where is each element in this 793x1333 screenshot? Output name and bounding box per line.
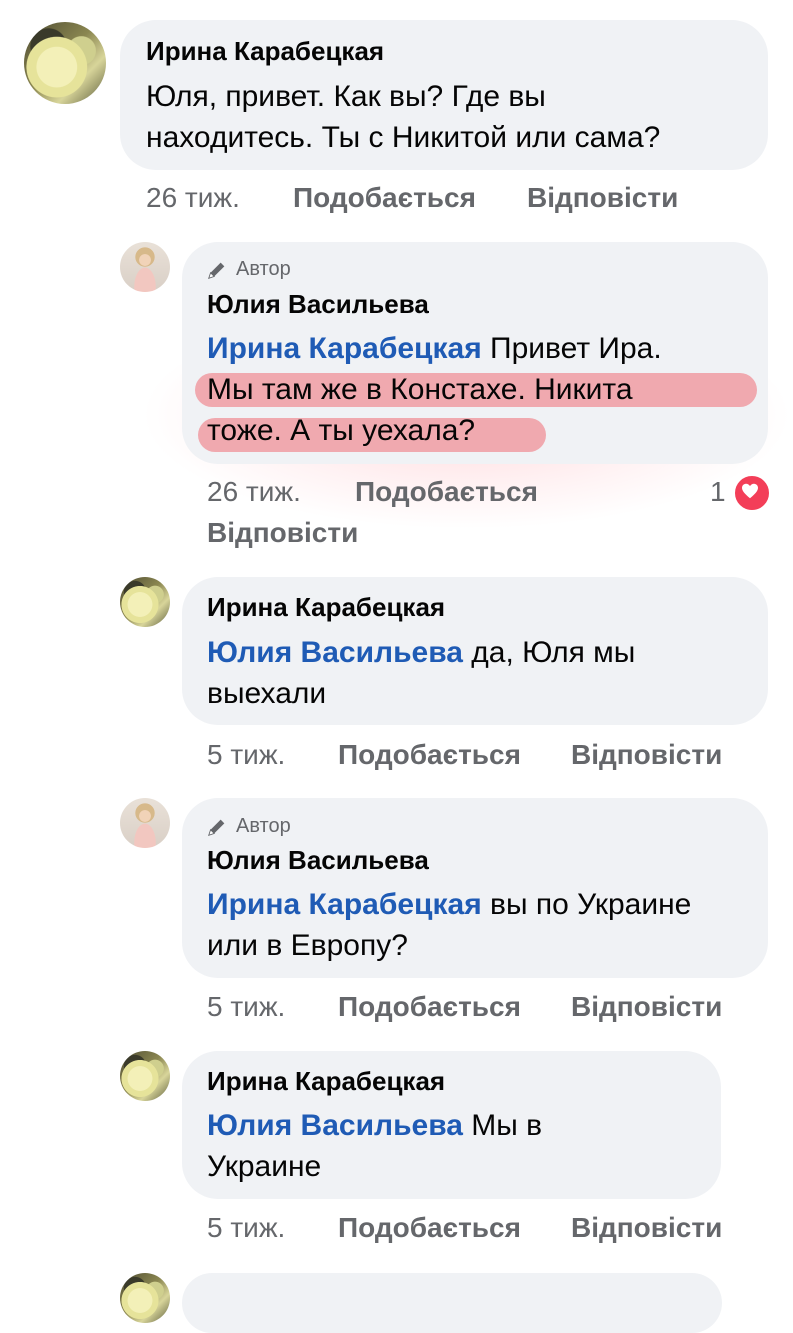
- mention-link[interactable]: Ирина Карабецкая: [207, 888, 482, 921]
- like-button[interactable]: Подобається: [293, 182, 476, 214]
- comment-text-line: выехали: [207, 677, 327, 710]
- author-badge: Автор: [206, 815, 291, 838]
- comment-text: Привет Ира.: [481, 332, 662, 365]
- comment-text-line: или в Европу?: [207, 929, 408, 962]
- comment-text-line: Юлия Васильева Мы в: [207, 1105, 542, 1146]
- comment-text-line: тоже. А ты уехала?: [207, 414, 476, 447]
- reply-button[interactable]: Відповісти: [571, 739, 722, 771]
- comment-time[interactable]: 26 тиж.: [146, 182, 240, 214]
- comment-time[interactable]: 5 тиж.: [207, 739, 285, 771]
- comment-time[interactable]: 5 тиж.: [207, 1212, 285, 1244]
- author-badge: Автор: [206, 258, 291, 281]
- reply-button[interactable]: Відповісти: [571, 1212, 722, 1244]
- comment-text-line: Юлия Васильева да, Юля мы: [207, 632, 635, 673]
- commenter-name[interactable]: Ирина Карабецкая: [207, 1066, 445, 1097]
- reply-button[interactable]: Відповісти: [207, 517, 358, 549]
- mention-link[interactable]: Юлия Васильева: [207, 636, 463, 669]
- comment-text-line: Ирина Карабецкая Привет Ира.: [207, 328, 662, 369]
- mention-link[interactable]: Юлия Васильева: [207, 1109, 463, 1142]
- avatar[interactable]: [120, 1051, 170, 1101]
- comment-text: Мы в: [462, 1109, 543, 1142]
- comment-text: вы по Украине: [481, 888, 692, 921]
- author-label: Автор: [236, 815, 291, 837]
- reply-button[interactable]: Відповісти: [527, 182, 678, 214]
- pencil-icon: [208, 262, 225, 279]
- avatar[interactable]: [120, 798, 170, 848]
- commenter-name[interactable]: Ирина Карабецкая: [207, 592, 445, 623]
- comment-time[interactable]: 26 тиж.: [207, 476, 301, 508]
- reply-button[interactable]: Відповісти: [571, 991, 722, 1023]
- commenter-name[interactable]: Юлия Васильева: [207, 289, 429, 320]
- like-button[interactable]: Подобається: [338, 991, 521, 1023]
- comment-text-line: Юля, привет. Как вы? Где вы: [146, 80, 546, 113]
- comment-time[interactable]: 5 тиж.: [207, 991, 285, 1023]
- heart-icon[interactable]: [733, 474, 771, 512]
- comment-text: да, Юля мы: [462, 636, 636, 669]
- mention-link[interactable]: Ирина Карабецкая: [207, 332, 482, 365]
- reaction-count[interactable]: 1: [710, 476, 726, 508]
- comment-text-line: Украине: [207, 1150, 322, 1183]
- comment-text-line: Мы там же в Констахе. Никита: [207, 373, 633, 406]
- commenter-name[interactable]: Юлия Васильева: [207, 845, 429, 876]
- avatar[interactable]: [120, 242, 170, 292]
- like-button[interactable]: Подобається: [355, 476, 538, 508]
- comment-text-line: находитесь. Ты с Никитой или сама?: [146, 121, 661, 154]
- avatar[interactable]: [120, 577, 170, 627]
- like-button[interactable]: Подобається: [338, 1212, 521, 1244]
- avatar[interactable]: [24, 22, 106, 104]
- author-label: Автор: [236, 258, 291, 280]
- like-button[interactable]: Подобається: [338, 739, 521, 771]
- pencil-icon: [208, 819, 225, 836]
- comment-bubble: [182, 1273, 722, 1333]
- comment-text-line: Ирина Карабецкая вы по Украине: [207, 884, 691, 925]
- avatar[interactable]: [120, 1273, 170, 1323]
- commenter-name[interactable]: Ирина Карабецкая: [146, 36, 384, 67]
